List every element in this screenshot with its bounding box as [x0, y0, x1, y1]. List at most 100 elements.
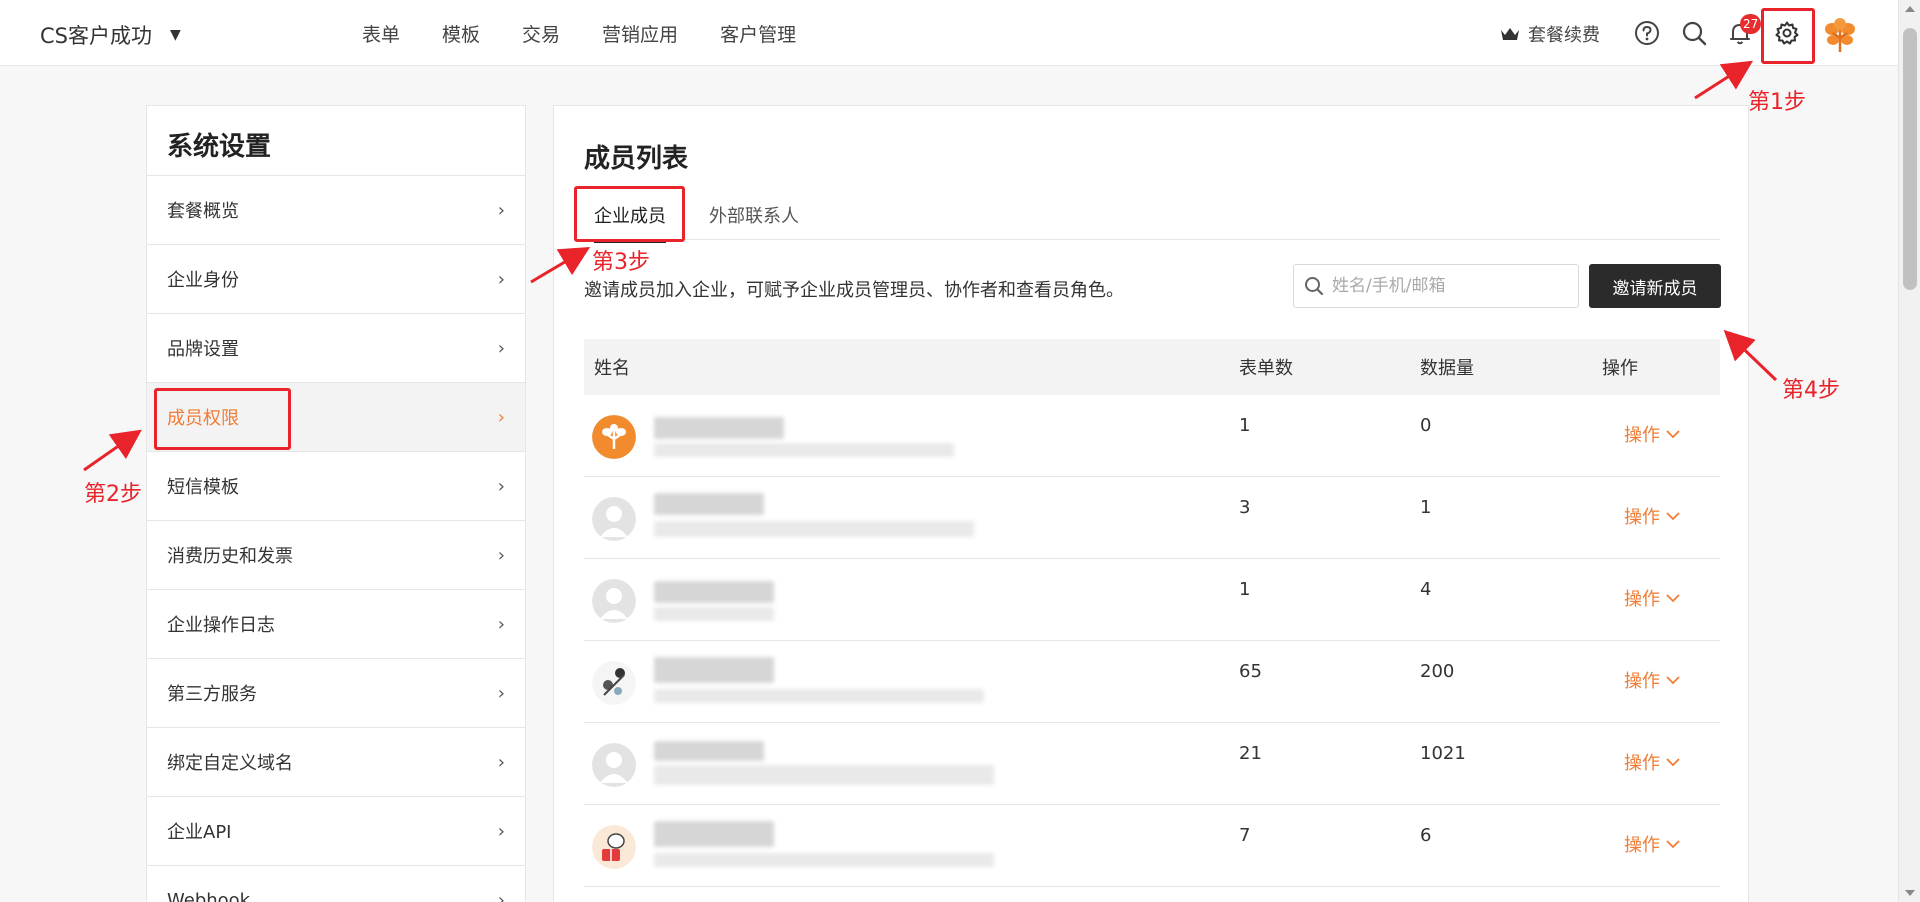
chevron-down-icon — [1666, 675, 1680, 684]
member-data-count: 0 — [1420, 415, 1432, 436]
member-data-count: 4 — [1420, 579, 1432, 600]
member-data-count: 1021 — [1420, 743, 1466, 764]
member-name-redacted — [654, 581, 774, 603]
sidebar-item-label: 第三方服务 — [167, 684, 257, 705]
search-icon[interactable] — [1681, 20, 1707, 46]
sidebar-item-label: 套餐概览 — [167, 201, 239, 222]
step4-label: 第4步 — [1782, 378, 1840, 403]
member-list-panel: 成员列表 企业成员 外部联系人 邀请成员加入企业，可赋予企业成员管理员、协作者和… — [553, 105, 1749, 902]
sidebar-item-label: 消费历史和发票 — [167, 546, 293, 567]
scroll-up-arrow-icon[interactable] — [1905, 6, 1915, 12]
nav-transactions[interactable]: 交易 — [522, 20, 560, 47]
sidebar-item-enterprise-api[interactable]: 企业API › — [147, 797, 525, 866]
table-header: 姓名 表单数 数据量 操作 — [584, 339, 1720, 395]
sidebar-item-label: 企业身份 — [167, 270, 239, 291]
sidebar-item-label: 企业操作日志 — [167, 615, 275, 636]
actions-label: 操作 — [1624, 425, 1660, 446]
step3-label: 第3步 — [592, 250, 650, 275]
member-actions-dropdown[interactable]: 操作 — [1624, 831, 1680, 857]
column-header-data: 数据量 — [1420, 358, 1474, 379]
sidebar-item-operation-log[interactable]: 企业操作日志 › — [147, 590, 525, 659]
actions-label: 操作 — [1624, 753, 1660, 774]
step2-arrow — [83, 429, 142, 472]
table-row: 65 200 操作 — [584, 641, 1720, 723]
member-actions-dropdown[interactable]: 操作 — [1624, 585, 1680, 611]
member-avatar — [592, 743, 636, 787]
sidebar-item-third-party[interactable]: 第三方服务 › — [147, 659, 525, 728]
member-form-count: 7 — [1239, 825, 1251, 846]
table-row: 1 0 操作 — [584, 395, 1720, 477]
member-avatar — [592, 661, 636, 705]
invite-member-button[interactable]: 邀请新成员 — [1589, 264, 1721, 308]
tab-enterprise-members[interactable]: 企业成员 — [594, 202, 666, 243]
sidebar-item-custom-domain[interactable]: 绑定自定义域名 › — [147, 728, 525, 797]
sidebar-item-sms-templates[interactable]: 短信模板 › — [147, 452, 525, 521]
sidebar-item-label: 短信模板 — [167, 477, 239, 498]
sidebar-item-member-permissions[interactable]: 成员权限 › — [147, 383, 525, 452]
member-name-redacted — [654, 417, 784, 439]
tab-external-contacts[interactable]: 外部联系人 — [709, 202, 799, 228]
chevron-right-icon: › — [497, 406, 505, 428]
nav-marketing[interactable]: 营销应用 — [602, 20, 678, 47]
brand-name: CS客户成功 — [40, 24, 152, 48]
scroll-down-arrow-icon[interactable] — [1905, 890, 1915, 896]
scrollbar-thumb[interactable] — [1903, 28, 1917, 290]
sidebar-item-plan-overview[interactable]: 套餐概览 › — [147, 176, 525, 245]
brand-switcher[interactable]: CS客户成功 ▼ — [40, 20, 181, 50]
chevron-down-icon — [1666, 757, 1680, 766]
nav-customers[interactable]: 客户管理 — [720, 20, 796, 47]
chevron-right-icon: › — [497, 682, 505, 704]
sidebar-item-billing-history[interactable]: 消费历史和发票 › — [147, 521, 525, 590]
member-avatar — [592, 497, 636, 541]
member-actions-dropdown[interactable]: 操作 — [1624, 421, 1680, 447]
member-contact-redacted — [654, 765, 994, 785]
nav-forms[interactable]: 表单 — [362, 20, 400, 47]
renew-label: 套餐续费 — [1528, 25, 1600, 46]
member-actions-dropdown[interactable]: 操作 — [1624, 503, 1680, 529]
chevron-right-icon: › — [497, 475, 505, 497]
settings-sidebar: 系统设置 套餐概览 › 企业身份 › 品牌设置 › 成员权限 › 短信模板 › 消费历史和… — [146, 105, 526, 902]
sidebar-item-label: 绑定自定义域名 — [167, 753, 293, 774]
member-contact-redacted — [654, 689, 984, 703]
search-icon — [1305, 277, 1324, 296]
chevron-right-icon: › — [497, 751, 505, 773]
member-contact-redacted — [654, 521, 974, 537]
member-name-redacted — [654, 657, 774, 683]
sidebar-item-webhook[interactable]: Webhook › — [147, 866, 525, 902]
actions-label: 操作 — [1624, 835, 1660, 856]
step1-arrow — [1694, 60, 1754, 100]
member-search-input[interactable] — [1332, 276, 1552, 296]
member-form-count: 1 — [1239, 415, 1251, 436]
chevron-right-icon: › — [497, 544, 505, 566]
member-form-count: 1 — [1239, 579, 1251, 600]
member-contact-redacted — [654, 853, 994, 867]
member-avatar — [592, 415, 636, 459]
member-avatar — [592, 579, 636, 623]
sidebar-item-brand-settings[interactable]: 品牌设置 › — [147, 314, 525, 383]
gear-icon[interactable] — [1774, 20, 1800, 46]
member-name-redacted — [654, 821, 774, 847]
member-form-count: 21 — [1239, 743, 1262, 764]
member-actions-dropdown[interactable]: 操作 — [1624, 667, 1680, 693]
nav-templates[interactable]: 模板 — [442, 20, 480, 47]
sidebar-item-label: 品牌设置 — [167, 339, 239, 360]
notification-badge: 27 — [1740, 14, 1762, 34]
page-title: 成员列表 — [584, 144, 689, 174]
member-tabs: 企业成员 外部联系人 — [584, 186, 1720, 243]
member-actions-dropdown[interactable]: 操作 — [1624, 749, 1680, 775]
chevron-down-icon — [1666, 839, 1680, 848]
sidebar-title: 系统设置 — [147, 106, 525, 176]
chevron-right-icon: › — [497, 199, 505, 221]
top-navigation-bar: CS客户成功 ▼ 表单 模板 交易 营销应用 客户管理 套餐续费 27 — [0, 0, 1898, 66]
table-row: 21 1021 操作 — [584, 723, 1720, 805]
member-table: 姓名 表单数 数据量 操作 1 0 操作 3 1 操作 1 4 操作 65 20… — [584, 339, 1720, 887]
user-avatar[interactable] — [1820, 16, 1860, 56]
member-search-box[interactable] — [1293, 264, 1579, 308]
sidebar-item-enterprise-identity[interactable]: 企业身份 › — [147, 245, 525, 314]
step2-label: 第2步 — [84, 482, 142, 507]
help-icon[interactable] — [1634, 20, 1660, 46]
renew-plan-link[interactable]: 套餐续费 — [1500, 21, 1600, 47]
chevron-right-icon: › — [497, 889, 505, 902]
main-nav: 表单 模板 交易 营销应用 客户管理 — [362, 20, 838, 47]
page-scrollbar[interactable] — [1898, 0, 1920, 902]
